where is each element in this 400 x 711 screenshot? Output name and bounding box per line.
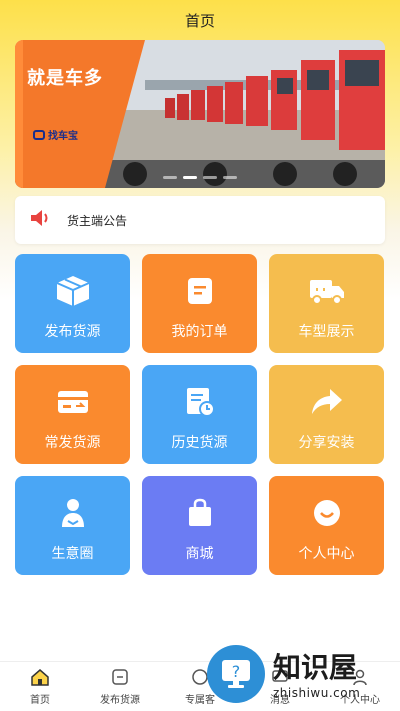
announcement-label: 货主端公告 bbox=[67, 213, 128, 228]
watermark-domain: zhishiwu.com bbox=[273, 686, 361, 700]
tile-label: 个人中心 bbox=[298, 546, 355, 562]
carousel-indicators bbox=[15, 176, 385, 179]
tile-share-install[interactable]: 分享安装 bbox=[269, 365, 384, 464]
tile-label: 常发货源 bbox=[44, 435, 101, 451]
share-icon bbox=[310, 385, 344, 419]
publish-icon bbox=[111, 668, 129, 689]
speaker-icon bbox=[29, 208, 53, 232]
banner-image bbox=[15, 40, 385, 188]
tile-label: 车型展示 bbox=[298, 324, 355, 340]
logo-text: 找车宝 bbox=[48, 131, 78, 142]
carousel-dot-active[interactable] bbox=[183, 176, 197, 179]
banner-carousel[interactable]: 就是车多 找车宝 bbox=[15, 40, 385, 188]
card-icon bbox=[56, 385, 90, 419]
tab-label: 首页 bbox=[30, 694, 50, 706]
tab-home[interactable]: 首页 bbox=[0, 662, 80, 711]
announcement-bar[interactable]: 货主端公告 bbox=[15, 196, 385, 244]
order-icon bbox=[186, 274, 214, 308]
tile-business-circle[interactable]: 生意圈 bbox=[15, 476, 130, 575]
tile-personal-center[interactable]: 个人中心 bbox=[269, 476, 384, 575]
tab-publish[interactable]: 发布货源 bbox=[80, 662, 160, 711]
tile-vehicle-showcase[interactable]: 车型展示 bbox=[269, 254, 384, 353]
tile-label: 生意圈 bbox=[51, 546, 94, 562]
site-watermark: ? 知识屋 zhishiwu.com bbox=[203, 640, 400, 711]
top-bar: 首页 bbox=[0, 0, 400, 40]
truck-icon bbox=[308, 274, 346, 308]
shopping-bag-icon bbox=[187, 496, 213, 530]
smile-icon bbox=[312, 496, 342, 530]
tab-label: 发布货源 bbox=[100, 694, 140, 706]
carousel-dot[interactable] bbox=[163, 176, 177, 179]
carousel-dot[interactable] bbox=[203, 176, 217, 179]
feature-grid: 发布货源 我的订单 车型展示 常发货源 历史货源 分享安装 生意圈 商城 个人中… bbox=[15, 254, 385, 575]
tile-history-cargo[interactable]: 历史货源 bbox=[142, 365, 257, 464]
tile-label: 商城 bbox=[185, 546, 214, 562]
tile-frequent-cargo[interactable]: 常发货源 bbox=[15, 365, 130, 464]
tile-label: 发布货源 bbox=[44, 324, 101, 340]
logo-icon bbox=[33, 129, 45, 140]
page-title: 首页 bbox=[184, 11, 215, 30]
watermark-title: 知识屋 bbox=[273, 651, 358, 684]
carousel-dot[interactable] bbox=[223, 176, 237, 179]
brand-logo: 找车宝 bbox=[33, 127, 78, 142]
tile-my-orders[interactable]: 我的订单 bbox=[142, 254, 257, 353]
banner-title: 就是车多 bbox=[27, 68, 103, 89]
tile-label: 我的订单 bbox=[171, 324, 228, 340]
history-icon bbox=[184, 385, 216, 419]
home-icon bbox=[30, 668, 50, 689]
tile-label: 历史货源 bbox=[171, 435, 228, 451]
tile-mall[interactable]: 商城 bbox=[142, 476, 257, 575]
help-monitor-icon: ? bbox=[207, 645, 265, 703]
svg-text:?: ? bbox=[232, 662, 241, 681]
people-icon bbox=[59, 496, 87, 530]
tile-label: 分享安装 bbox=[298, 435, 355, 451]
tile-publish-cargo[interactable]: 发布货源 bbox=[15, 254, 130, 353]
box-icon bbox=[55, 274, 91, 308]
